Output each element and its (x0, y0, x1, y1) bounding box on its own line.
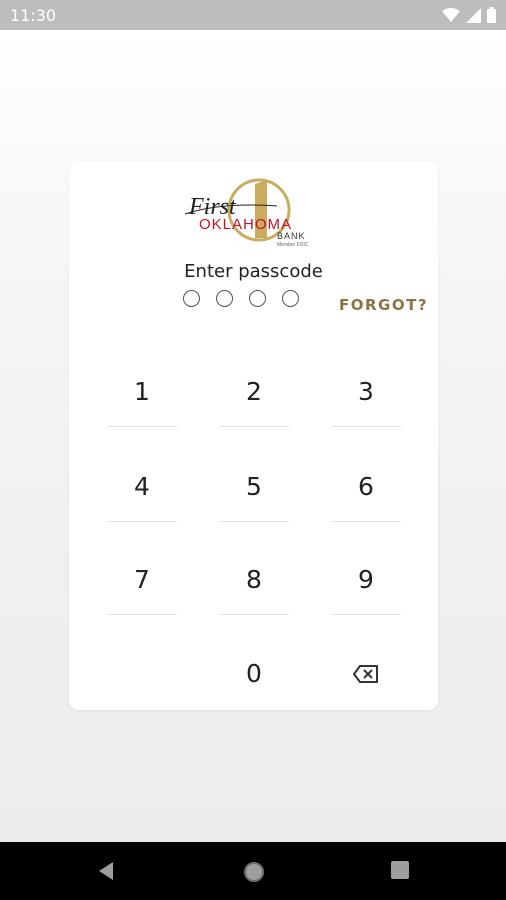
keypad-key-1[interactable]: 1 (107, 362, 177, 427)
app-content: First OKLAHOMA BANK Member FDIC Enter pa… (0, 30, 506, 842)
logo-member-fdic: Member FDIC (277, 242, 309, 248)
passcode-prompt: Enter passcode (184, 261, 323, 282)
keypad-key-2[interactable]: 2 (219, 362, 289, 427)
key-digit: 2 (246, 377, 262, 406)
key-digit: 8 (246, 565, 262, 594)
key-digit: 4 (134, 472, 150, 501)
keypad-key-7[interactable]: 7 (107, 550, 177, 615)
passcode-dot (183, 290, 200, 307)
signal-icon (466, 7, 481, 23)
passcode-dots (183, 290, 299, 307)
keypad-key-6[interactable]: 6 (331, 457, 401, 522)
key-digit: 9 (358, 565, 374, 594)
passcode-dot (282, 290, 299, 307)
logo-bank: BANK (277, 231, 306, 241)
passcode-dot (216, 290, 233, 307)
keypad-key-5[interactable]: 5 (219, 457, 289, 522)
bank-logo: First OKLAHOMA BANK Member FDIC (181, 172, 331, 248)
key-digit: 5 (246, 472, 262, 501)
wifi-icon (442, 7, 460, 22)
passcode-card: First OKLAHOMA BANK Member FDIC Enter pa… (69, 162, 438, 710)
backspace-button[interactable] (331, 644, 401, 704)
backspace-icon (353, 665, 378, 683)
status-icons (442, 7, 496, 23)
key-digit: 1 (134, 377, 150, 406)
status-time: 11:30 (10, 6, 57, 25)
keypad-key-3[interactable]: 3 (331, 362, 401, 427)
recents-icon[interactable] (391, 861, 409, 879)
forgot-passcode-button[interactable]: FORGOT? (339, 296, 428, 314)
status-bar: 11:30 (0, 0, 506, 30)
keypad-key-4[interactable]: 4 (107, 457, 177, 522)
home-icon[interactable] (243, 861, 265, 883)
passcode-dot (249, 290, 266, 307)
back-icon[interactable] (97, 861, 117, 881)
keypad-key-0[interactable]: 0 (219, 644, 289, 704)
key-digit: 3 (358, 377, 374, 406)
key-digit: 6 (358, 472, 374, 501)
keypad-key-9[interactable]: 9 (331, 550, 401, 615)
key-digit: 7 (134, 565, 150, 594)
key-digit: 0 (246, 659, 262, 688)
navigation-bar (0, 842, 506, 900)
keypad-key-8[interactable]: 8 (219, 550, 289, 615)
battery-icon (487, 7, 496, 23)
